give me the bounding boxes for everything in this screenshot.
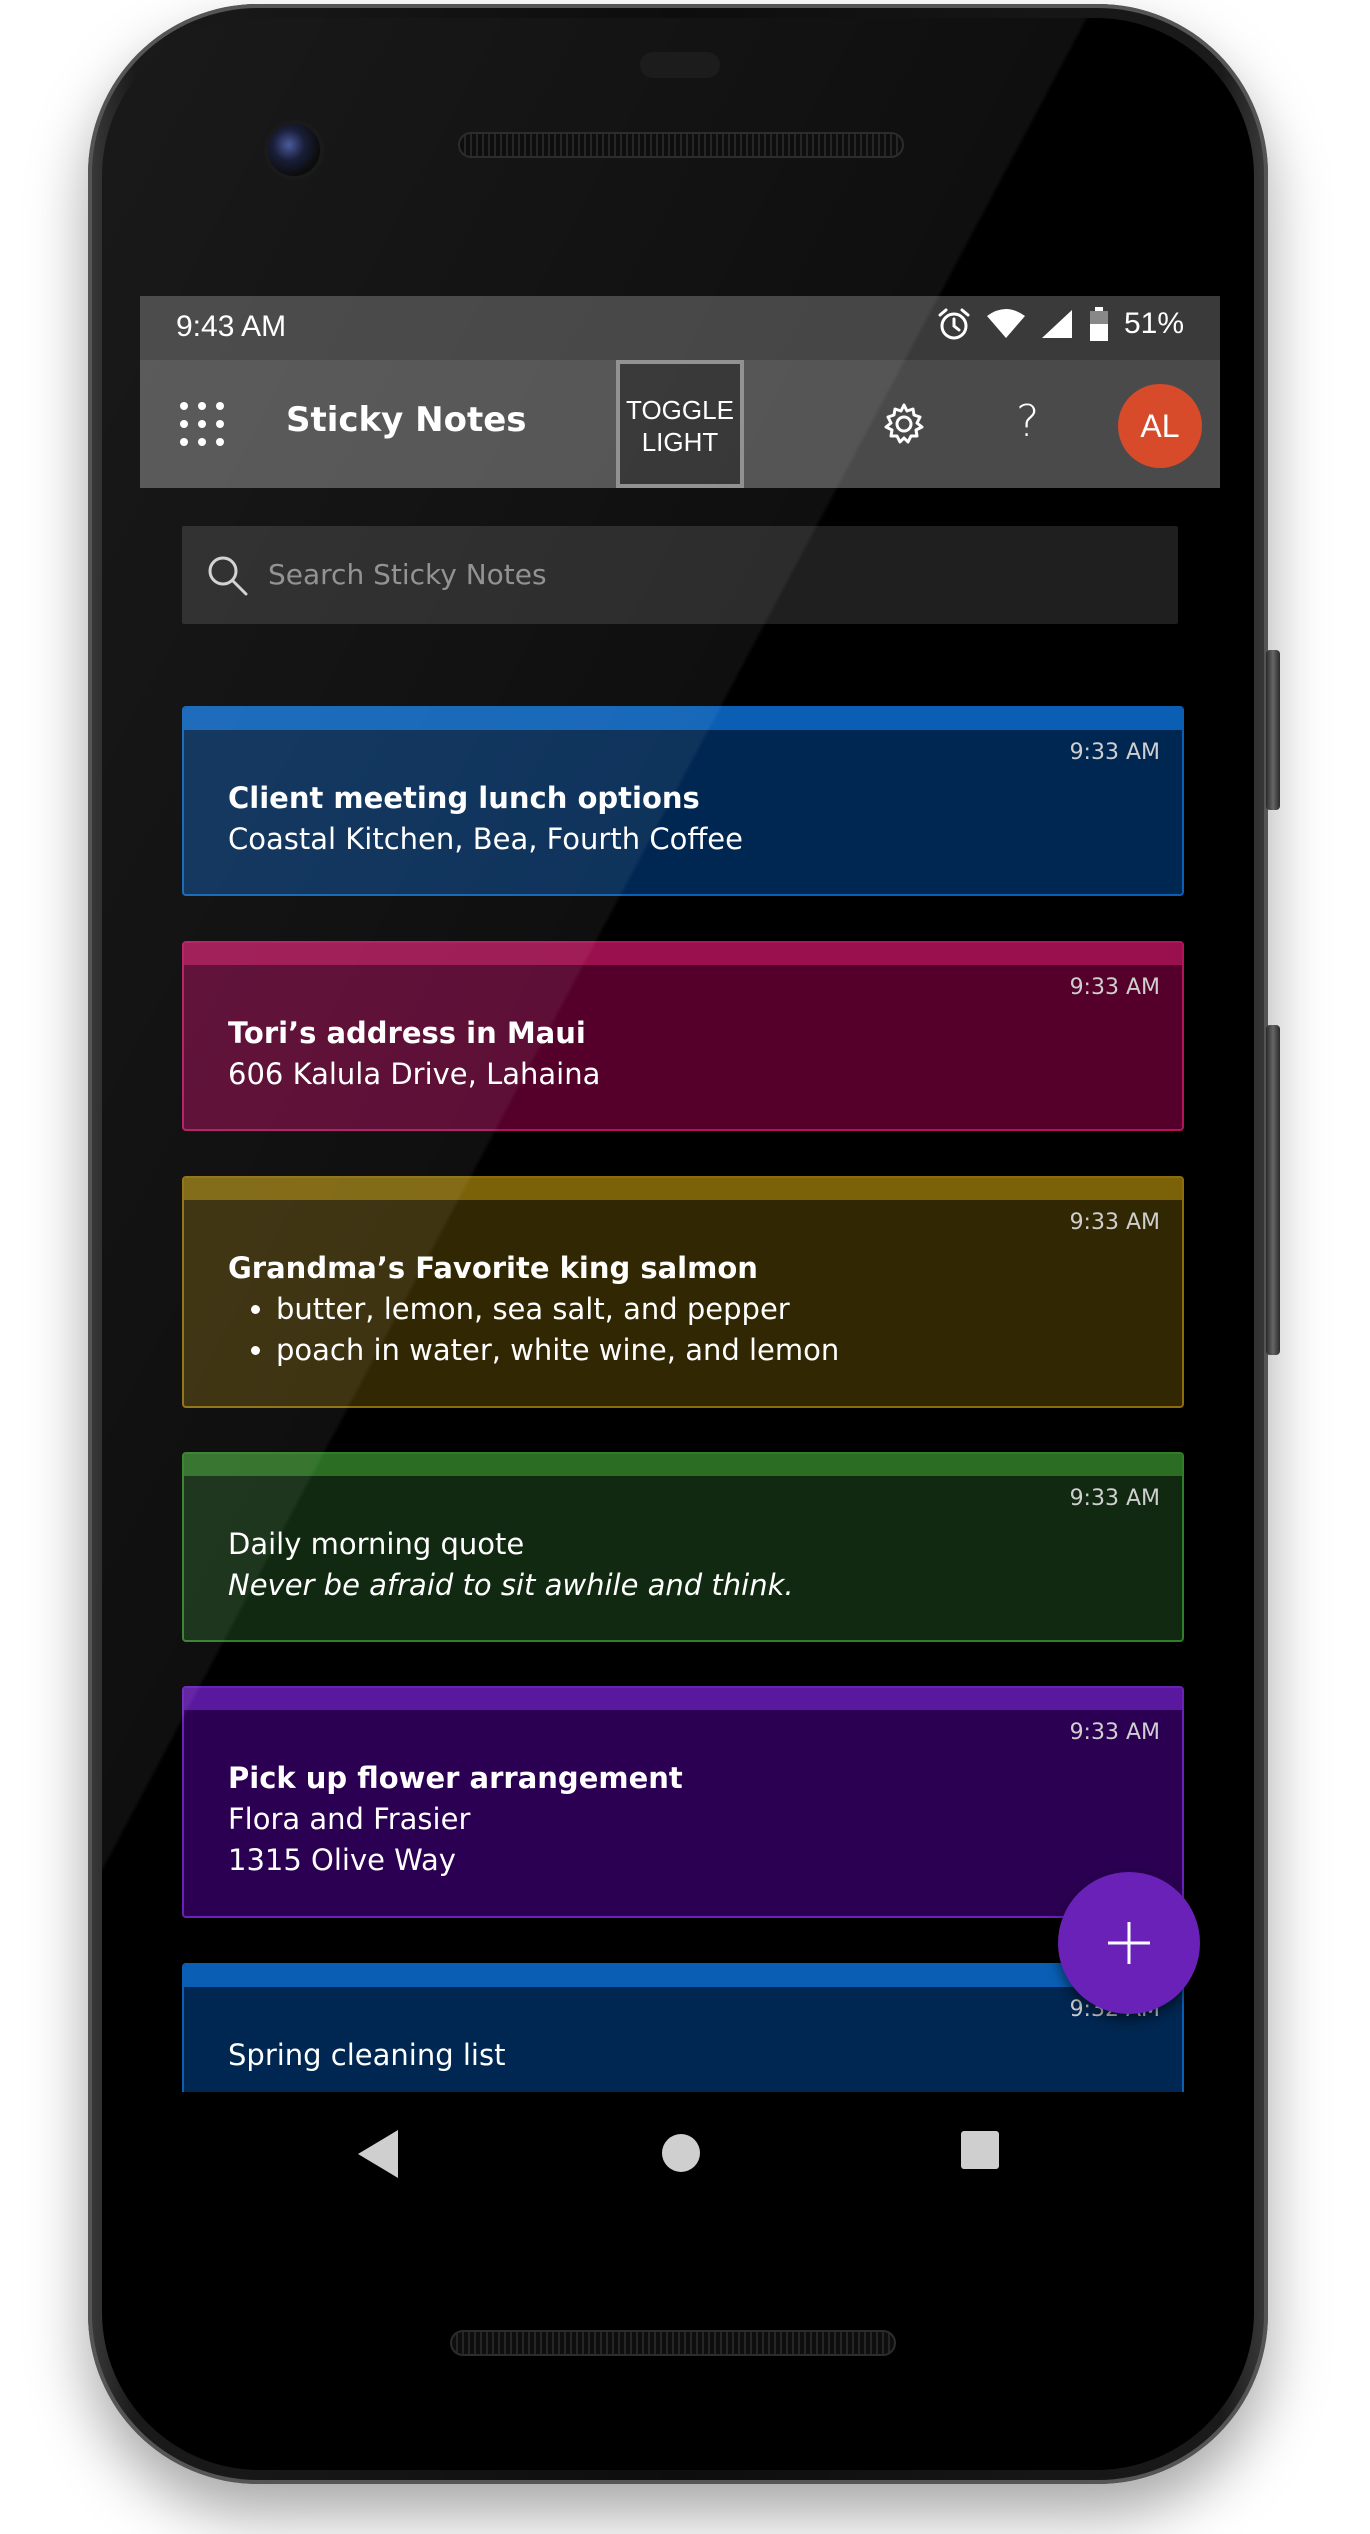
note-body: Spring cleaning list — [184, 1987, 1182, 2076]
app-bar: Sticky Notes TOGGLE LIGHT ? AL — [140, 360, 1220, 488]
note-bullet-list: butter, lemon, sea salt, and pepper poac… — [228, 1289, 1138, 1371]
top-sensor — [640, 52, 720, 78]
note-body: Client meeting lunch options Coastal Kit… — [184, 730, 1182, 860]
app-launcher-icon[interactable] — [176, 398, 228, 450]
wifi-icon — [986, 308, 1026, 340]
note-title: Client meeting lunch options — [228, 781, 700, 815]
note-timestamp: 9:33 AM — [1069, 740, 1160, 765]
note-title: Grandma’s Favorite king salmon — [228, 1251, 758, 1285]
note-bullet: butter, lemon, sea salt, and pepper — [276, 1289, 1138, 1330]
note-line: 1315 Olive Way — [228, 1843, 456, 1877]
note-timestamp: 9:33 AM — [1069, 1210, 1160, 1235]
plus-icon — [1108, 1922, 1150, 1964]
note-timestamp: 9:33 AM — [1069, 975, 1160, 1000]
note-timestamp: 9:33 AM — [1069, 1720, 1160, 1745]
recent-apps-icon[interactable] — [960, 2130, 1000, 2174]
note-color-bar — [184, 943, 1182, 965]
note-line: Spring cleaning list — [228, 2038, 506, 2072]
note-timestamp: 9:33 AM — [1069, 1486, 1160, 1511]
alarm-icon — [936, 306, 972, 342]
status-icons: 51% — [936, 306, 1184, 342]
note-color-bar — [184, 1454, 1182, 1476]
note-body: Tori’s address in Maui 606 Kalula Drive,… — [184, 965, 1182, 1095]
note-bullet: poach in water, white wine, and lemon — [276, 1330, 1138, 1371]
status-bar: 9:43 AM 51% — [140, 296, 1220, 360]
search-bar[interactable]: Search Sticky Notes — [182, 526, 1178, 624]
battery-percent: 51% — [1123, 307, 1184, 340]
note-title: Tori’s address in Maui — [228, 1016, 586, 1050]
note-line: Coastal Kitchen, Bea, Fourth Coffee — [228, 822, 743, 856]
note-title: Pick up flower arrangement — [228, 1761, 683, 1795]
note-card[interactable]: 9:33 AM Grandma’s Favorite king salmon b… — [182, 1176, 1184, 1408]
help-icon[interactable]: ? — [1016, 396, 1039, 447]
avatar[interactable]: AL — [1118, 384, 1202, 468]
note-body: Grandma’s Favorite king salmon butter, l… — [184, 1200, 1182, 1371]
note-color-bar — [184, 708, 1182, 730]
home-icon[interactable] — [660, 2132, 702, 2178]
note-body: Pick up flower arrangement Flora and Fra… — [184, 1710, 1182, 1881]
note-body: Daily morning quote Never be afraid to s… — [184, 1476, 1182, 1606]
front-camera — [268, 124, 320, 176]
app-title: Sticky Notes — [286, 400, 527, 440]
toggle-light-button[interactable]: TOGGLE LIGHT — [616, 360, 744, 488]
phone-screen: 9:43 AM 51% Sticky Notes TOGGLE LIGHT ? … — [140, 296, 1220, 2092]
note-italic-line: Never be afraid to sit awhile and think. — [228, 1568, 794, 1602]
search-icon — [206, 554, 248, 596]
note-card[interactable]: 9:33 AM Client meeting lunch options Coa… — [182, 706, 1184, 896]
note-color-bar — [184, 1178, 1182, 1200]
search-input[interactable]: Search Sticky Notes — [268, 558, 547, 591]
add-note-button[interactable] — [1058, 1872, 1200, 2014]
battery-icon — [1088, 306, 1110, 342]
note-card[interactable]: 9:33 AM Daily morning quote Never be afr… — [182, 1452, 1184, 1642]
note-line: Daily morning quote — [228, 1527, 525, 1561]
note-card[interactable]: 9:32 AM Spring cleaning list — [182, 1963, 1184, 2092]
toggle-label-line2: LIGHT — [641, 427, 719, 457]
navigation-bar — [140, 2100, 1220, 2220]
power-button — [1266, 650, 1280, 810]
status-time: 9:43 AM — [176, 310, 287, 343]
note-card[interactable]: 9:33 AM Pick up flower arrangement Flora… — [182, 1686, 1184, 1918]
note-line: 606 Kalula Drive, Lahaina — [228, 1057, 601, 1091]
note-color-bar — [184, 1688, 1182, 1710]
note-card[interactable]: 9:33 AM Tori’s address in Maui 606 Kalul… — [182, 941, 1184, 1131]
note-line: Flora and Frasier — [228, 1802, 471, 1836]
toggle-label-line1: TOGGLE — [626, 395, 734, 425]
signal-icon — [1040, 308, 1074, 340]
bottom-speaker-grille — [450, 2330, 896, 2356]
note-color-bar — [184, 1965, 1182, 1987]
gear-icon[interactable] — [882, 402, 926, 446]
top-speaker-grille — [458, 132, 904, 158]
volume-rocker — [1266, 1025, 1280, 1355]
back-icon[interactable] — [354, 2128, 400, 2184]
